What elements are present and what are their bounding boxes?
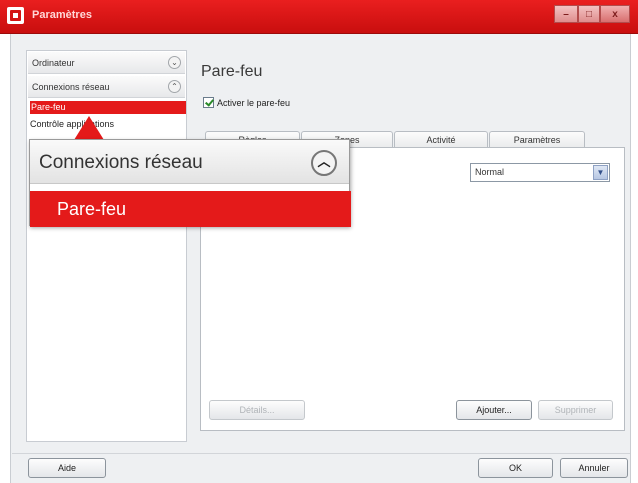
add-button[interactable]: Ajouter...	[456, 400, 532, 420]
tab-parametres[interactable]: Paramètres	[489, 131, 585, 148]
dropdown-arrow-icon[interactable]: ▼	[593, 165, 608, 180]
ok-button[interactable]: OK	[478, 458, 553, 478]
tab-activite[interactable]: Activité	[394, 131, 488, 148]
nav-section-connexions-reseau[interactable]: Connexions réseau ⌃	[28, 76, 185, 98]
callout-selected-label: Pare-feu	[57, 199, 127, 219]
delete-button[interactable]: Supprimer	[538, 400, 613, 420]
title-bar	[0, 0, 638, 34]
nav-section-label: Ordinateur	[32, 58, 75, 68]
security-level-select[interactable]: Normal ▼	[470, 163, 610, 182]
app-icon	[7, 7, 24, 24]
help-button[interactable]: Aide	[28, 458, 106, 478]
chevron-up-icon: ︿	[311, 150, 337, 176]
sidebar-item-pare-feu[interactable]: Pare-feu	[30, 101, 186, 114]
nav-section-label: Connexions réseau	[32, 82, 110, 92]
callout-section-header: Connexions réseau ︿	[30, 140, 349, 184]
callout-pointer	[74, 116, 104, 140]
callout-selected-item: Pare-feu	[30, 191, 351, 227]
nav-section-ordinateur[interactable]: Ordinateur ⌄	[28, 52, 185, 74]
cancel-button[interactable]: Annuler	[560, 458, 628, 478]
details-button[interactable]: Détails...	[209, 400, 305, 420]
chevron-up-icon[interactable]: ⌃	[168, 80, 181, 93]
callout-section-label: Connexions réseau	[39, 152, 203, 173]
activate-firewall-label: Activer le pare-feu	[217, 97, 291, 108]
activate-firewall-row[interactable]: Activer le pare-feu	[203, 97, 290, 108]
zoom-callout: Connexions réseau ︿ Pare-feu	[29, 139, 351, 227]
minimize-button[interactable]: –	[554, 5, 578, 23]
window-controls: – □ x	[554, 5, 630, 23]
maximize-button[interactable]: □	[578, 5, 600, 23]
security-level-value: Normal	[475, 167, 505, 177]
footer-separator	[12, 453, 630, 454]
window-title: Paramètres	[32, 9, 92, 21]
activate-firewall-checkbox[interactable]	[203, 97, 214, 108]
close-button[interactable]: x	[600, 5, 630, 23]
chevron-down-icon[interactable]: ⌄	[168, 56, 181, 69]
page-title: Pare-feu	[201, 63, 263, 80]
